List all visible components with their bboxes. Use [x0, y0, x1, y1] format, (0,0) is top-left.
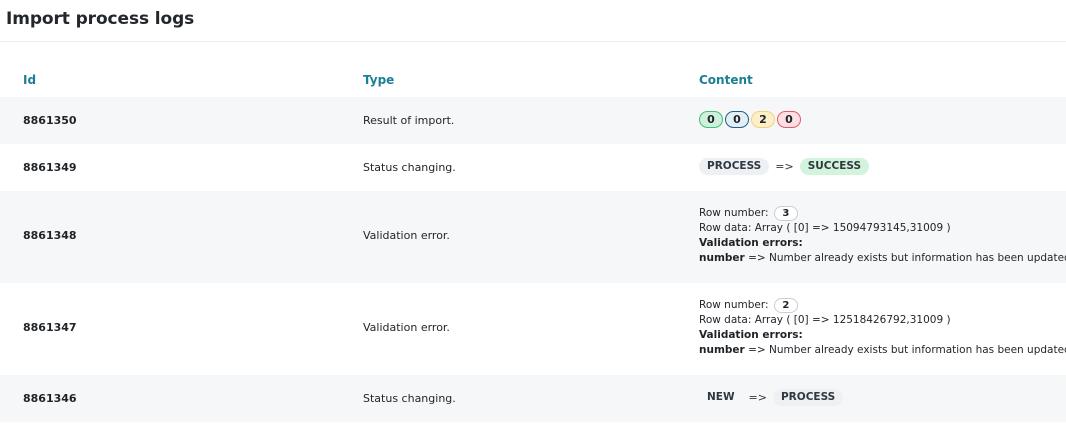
page-header: Import process logs [0, 0, 1066, 42]
arrow-text: => [748, 391, 767, 404]
status-from-badge: NEW [707, 391, 735, 403]
status-to-badge: PROCESS [772, 389, 844, 406]
row-data-line: Row data: Array ( [0] => 15094793145,310… [699, 222, 951, 234]
table-row: 8861347 Validation error. Row number: 2 … [0, 283, 1066, 375]
status-to-badge: SUCCESS [799, 158, 870, 175]
column-header-content[interactable]: Content [699, 73, 753, 87]
error-field: number [699, 252, 745, 264]
row-type: Status changing. [363, 392, 456, 405]
import-counts: 0 0 2 0 [699, 111, 801, 128]
column-header-id[interactable]: Id [23, 73, 36, 87]
row-type: Validation error. [363, 229, 450, 242]
info-count-badge: 0 [725, 111, 749, 128]
row-number-badge: 2 [773, 298, 798, 313]
validation-errors-label: Validation errors: [699, 329, 803, 341]
table-row: 8861349 Status changing. PROCESS => SUCC… [0, 144, 1066, 191]
column-header-type[interactable]: Type [363, 73, 394, 87]
table-header: Id Type Content [0, 63, 1066, 97]
row-type: Status changing. [363, 161, 456, 174]
row-number-label: Row number: [699, 299, 769, 311]
status-change: NEW => PROCESS [699, 389, 844, 406]
error-count-badge: 0 [777, 111, 801, 128]
row-type: Validation error. [363, 321, 450, 334]
validation-error-line: number => Number already exists but info… [699, 343, 1066, 358]
logs-table: Id Type Content 8861350 Result of import… [0, 63, 1066, 422]
validation-details: Row number: 3 Row data: Array ( [0] => 1… [699, 206, 1066, 266]
row-id: 8861349 [23, 161, 77, 174]
error-text: => Number already exists but information… [748, 252, 1066, 264]
row-number-badge: 3 [773, 206, 798, 221]
validation-errors-label: Validation errors: [699, 237, 803, 249]
error-field: number [699, 344, 745, 356]
error-text: => Number already exists but information… [748, 344, 1066, 356]
table-row: 8861346 Status changing. NEW => PROCESS [0, 375, 1066, 422]
status-change: PROCESS => SUCCESS [699, 158, 870, 175]
warning-count-badge: 2 [751, 111, 775, 128]
row-data-line: Row data: Array ( [0] => 12518426792,310… [699, 314, 951, 326]
row-number-label: Row number: [699, 207, 769, 219]
page-title: Import process logs [6, 9, 195, 29]
row-id: 8861346 [23, 392, 77, 405]
table-row: 8861350 Result of import. 0 0 2 0 [0, 97, 1066, 144]
table-row: 8861348 Validation error. Row number: 3 … [0, 191, 1066, 283]
status-from-badge: PROCESS [699, 158, 770, 175]
row-id: 8861348 [23, 229, 77, 242]
arrow-text: => [775, 160, 794, 173]
success-count-badge: 0 [699, 111, 723, 128]
validation-error-line: number => Number already exists but info… [699, 251, 1066, 266]
row-id: 8861347 [23, 321, 77, 334]
row-number-line: Row number: 2 [699, 298, 1066, 313]
row-number-line: Row number: 3 [699, 206, 1066, 221]
row-type: Result of import. [363, 114, 455, 127]
row-id: 8861350 [23, 114, 77, 127]
validation-details: Row number: 2 Row data: Array ( [0] => 1… [699, 298, 1066, 358]
